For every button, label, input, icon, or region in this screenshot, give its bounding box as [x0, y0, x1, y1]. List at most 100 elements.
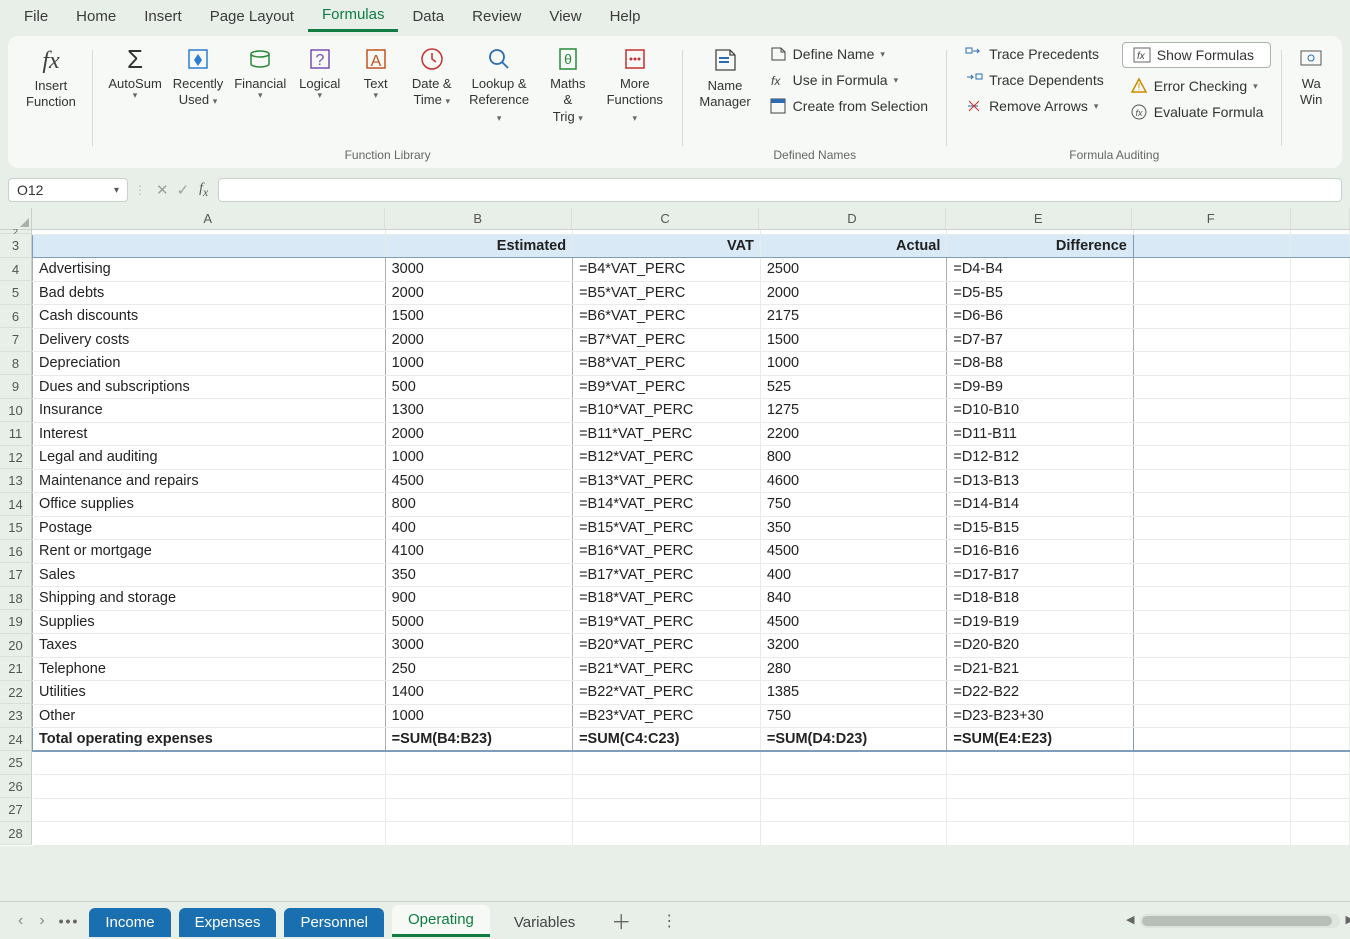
cell[interactable]: Maintenance and repairs [33, 469, 386, 493]
cell[interactable] [1290, 610, 1349, 634]
cell[interactable]: 1000 [385, 446, 572, 470]
cell[interactable]: 1000 [760, 352, 947, 376]
cell[interactable]: 750 [760, 704, 947, 728]
cell[interactable]: 3000 [385, 258, 572, 282]
cell[interactable] [947, 822, 1133, 846]
cell[interactable]: =D12-B12 [947, 446, 1133, 470]
cell[interactable]: 900 [385, 587, 572, 611]
row-header[interactable]: 8 [0, 352, 32, 376]
cell[interactable]: 400 [760, 563, 947, 587]
cell[interactable]: Sales [33, 563, 386, 587]
cell[interactable]: 250 [385, 657, 572, 681]
cell[interactable]: =B19*VAT_PERC [573, 610, 761, 634]
cancel-formula-button[interactable]: ✕ [152, 181, 173, 199]
cell[interactable]: =SUM(D4:D23) [760, 728, 947, 752]
fx-icon[interactable]: fx [193, 181, 214, 199]
cell[interactable]: Depreciation [33, 352, 386, 376]
maths-trig-button[interactable]: θ Maths &Trig ▾ [538, 42, 597, 125]
cell[interactable]: =B16*VAT_PERC [573, 540, 761, 564]
row-header[interactable]: 22 [0, 681, 32, 705]
cell[interactable] [1133, 798, 1290, 822]
menu-view[interactable]: View [535, 2, 595, 31]
row-header[interactable]: 24 [0, 728, 32, 752]
cell[interactable]: =D16-B16 [947, 540, 1133, 564]
cell[interactable]: =D22-B22 [947, 681, 1133, 705]
horizontal-scrollbar[interactable]: ◀▶ [1140, 914, 1340, 928]
row-header[interactable]: 7 [0, 328, 32, 352]
cell[interactable]: 3200 [760, 634, 947, 658]
cell[interactable] [1133, 234, 1290, 258]
cell[interactable]: Legal and auditing [33, 446, 386, 470]
cell[interactable]: 1000 [385, 704, 572, 728]
cell[interactable] [760, 798, 947, 822]
cell[interactable] [1133, 563, 1290, 587]
cell[interactable]: 4500 [760, 540, 947, 564]
cell[interactable]: =B4*VAT_PERC [573, 258, 761, 282]
error-checking-button[interactable]: ! Error Checking▾ [1122, 74, 1272, 98]
next-sheet-button[interactable]: › [31, 906, 52, 936]
cell[interactable]: 2000 [385, 422, 572, 446]
cell[interactable]: 1385 [760, 681, 947, 705]
cell[interactable]: =B21*VAT_PERC [573, 657, 761, 681]
cell[interactable] [1290, 775, 1349, 799]
cell[interactable]: Utilities [33, 681, 386, 705]
cell[interactable]: Supplies [33, 610, 386, 634]
cell[interactable]: 800 [385, 493, 572, 517]
tab-options-button[interactable]: ⋮ [647, 911, 691, 931]
cell[interactable]: =B10*VAT_PERC [573, 399, 761, 423]
define-name-button[interactable]: Define Name▾ [761, 42, 936, 66]
cell[interactable]: Difference [947, 234, 1133, 258]
menu-review[interactable]: Review [458, 2, 535, 31]
autosum-button[interactable]: Σ AutoSum▾ [103, 42, 167, 102]
name-box[interactable]: O12▾ [8, 178, 128, 202]
row-header[interactable]: 26 [0, 775, 32, 799]
cell[interactable]: =D14-B14 [947, 493, 1133, 517]
cell[interactable]: Advertising [33, 258, 386, 282]
col-header[interactable]: F [1132, 208, 1291, 229]
cell[interactable]: Bad debts [33, 281, 386, 305]
cell[interactable]: =B14*VAT_PERC [573, 493, 761, 517]
cell[interactable]: Taxes [33, 634, 386, 658]
cell[interactable] [760, 822, 947, 846]
menu-insert[interactable]: Insert [130, 2, 196, 31]
show-formulas-button[interactable]: fx Show Formulas [1122, 42, 1272, 68]
cell[interactable] [1290, 681, 1349, 705]
insert-function-button[interactable]: fx InsertFunction [20, 42, 82, 111]
row-header[interactable]: 9 [0, 375, 32, 399]
cell[interactable]: 1500 [760, 328, 947, 352]
cell[interactable]: =D15-B15 [947, 516, 1133, 540]
cell[interactable] [1290, 704, 1349, 728]
cell[interactable] [1133, 610, 1290, 634]
cell[interactable]: =SUM(B4:B23) [385, 728, 572, 752]
cell[interactable]: 4500 [385, 469, 572, 493]
sheet-tab-variables[interactable]: Variables [498, 908, 591, 937]
cell[interactable]: 1400 [385, 681, 572, 705]
cell[interactable]: Telephone [33, 657, 386, 681]
cell[interactable] [947, 775, 1133, 799]
cell[interactable]: 500 [385, 375, 572, 399]
cell[interactable] [573, 798, 761, 822]
menu-page-layout[interactable]: Page Layout [196, 2, 308, 31]
cell[interactable]: 350 [760, 516, 947, 540]
cell[interactable] [1133, 375, 1290, 399]
row-header[interactable]: 17 [0, 563, 32, 587]
cell[interactable] [33, 822, 386, 846]
menu-formulas[interactable]: Formulas [308, 0, 399, 32]
cell[interactable] [1290, 469, 1349, 493]
trace-precedents-button[interactable]: Trace Precedents [957, 42, 1112, 66]
cell[interactable]: =B6*VAT_PERC [573, 305, 761, 329]
lookup-reference-button[interactable]: Lookup &Reference ▾ [460, 42, 539, 125]
cell[interactable] [1133, 516, 1290, 540]
cell[interactable]: Delivery costs [33, 328, 386, 352]
cell[interactable]: =SUM(E4:E23) [947, 728, 1133, 752]
row-header[interactable]: 28 [0, 822, 32, 846]
cell[interactable]: =D8-B8 [947, 352, 1133, 376]
cell[interactable] [1290, 587, 1349, 611]
row-header[interactable]: 19 [0, 610, 32, 634]
cell[interactable] [760, 751, 947, 775]
cell[interactable]: 1000 [385, 352, 572, 376]
cell[interactable]: =B7*VAT_PERC [573, 328, 761, 352]
cell[interactable]: 2500 [760, 258, 947, 282]
cell[interactable]: Interest [33, 422, 386, 446]
cell[interactable]: =D6-B6 [947, 305, 1133, 329]
